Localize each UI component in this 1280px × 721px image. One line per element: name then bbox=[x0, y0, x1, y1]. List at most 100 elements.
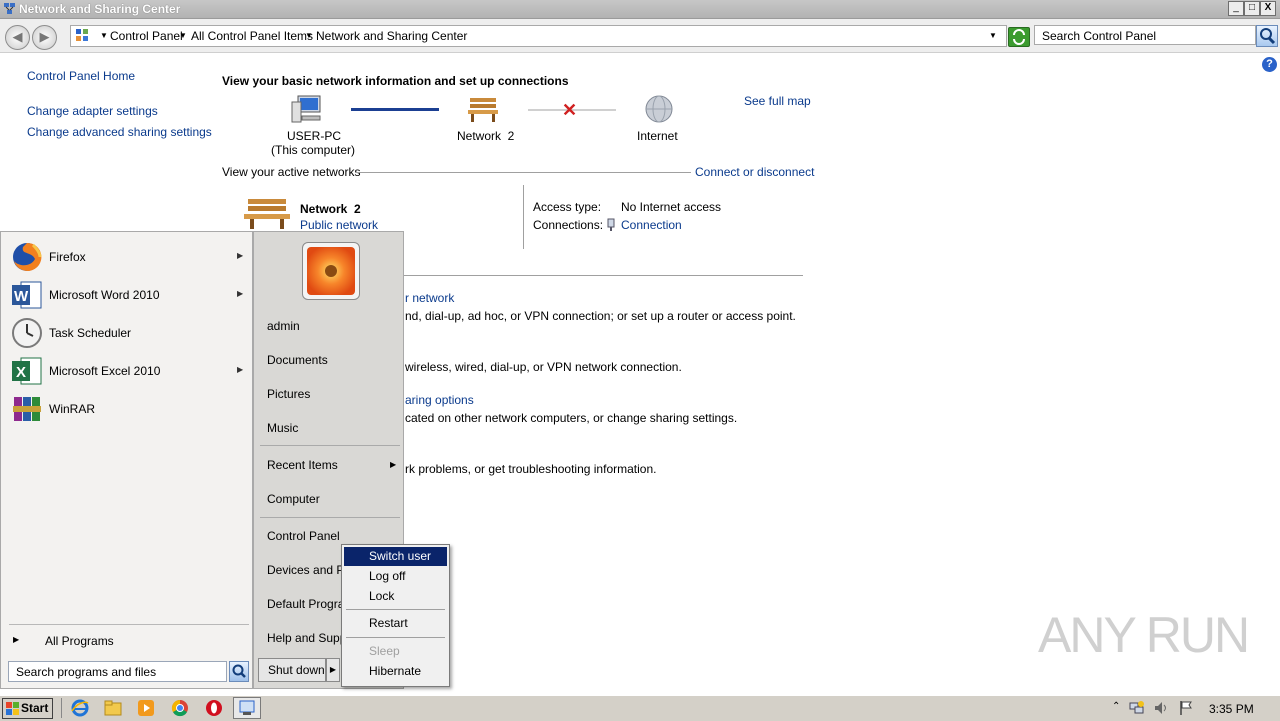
address-field[interactable]: ▼ Control Panel ▼ All Control Panel Item… bbox=[70, 25, 1007, 47]
winrar-icon bbox=[11, 393, 43, 425]
places-music[interactable]: Music bbox=[267, 421, 298, 435]
program-label: Microsoft Excel 2010 bbox=[49, 364, 161, 378]
divider bbox=[346, 637, 445, 638]
places-devices-printers[interactable]: Devices and Pri bbox=[267, 563, 351, 577]
media-player-icon[interactable] bbox=[137, 699, 155, 717]
minimize-button[interactable]: _ bbox=[1228, 1, 1244, 16]
task-description: rk problems, or get troubleshooting info… bbox=[405, 462, 657, 476]
all-programs-button[interactable]: All Programs bbox=[45, 634, 114, 648]
places-computer[interactable]: Computer bbox=[267, 492, 320, 506]
search-icon[interactable] bbox=[229, 661, 249, 682]
volume-icon[interactable] bbox=[1153, 700, 1169, 716]
start-search-input[interactable]: Search programs and files bbox=[8, 661, 227, 682]
divider bbox=[404, 275, 803, 276]
start-menu-programs-pane: Firefox ▶ W Microsoft Word 2010 ▶ Task S… bbox=[0, 231, 253, 689]
program-label: Microsoft Word 2010 bbox=[49, 288, 160, 302]
places-control-panel[interactable]: Control Panel bbox=[267, 529, 340, 543]
show-hidden-icons-button[interactable]: ⌃ bbox=[1112, 701, 1120, 712]
system-clock[interactable]: 3:35 PM bbox=[1209, 702, 1254, 716]
sharing-options-link[interactable]: aring options bbox=[405, 393, 474, 407]
opera-icon[interactable] bbox=[205, 699, 223, 717]
access-type-value: No Internet access bbox=[621, 200, 722, 214]
shutdown-options-arrow-icon[interactable]: ▶ bbox=[326, 658, 340, 682]
divider bbox=[9, 624, 249, 625]
control-panel-icon bbox=[75, 28, 89, 42]
program-excel[interactable]: X Microsoft Excel 2010 ▶ bbox=[9, 353, 247, 389]
program-winrar[interactable]: WinRAR bbox=[9, 391, 247, 427]
change-advanced-sharing-link[interactable]: Change advanced sharing settings bbox=[27, 125, 212, 139]
places-default-programs[interactable]: Default Prograr bbox=[267, 597, 348, 611]
menu-item-lock[interactable]: Lock bbox=[344, 587, 447, 606]
public-network-link[interactable]: Public network bbox=[300, 218, 378, 232]
maximize-button[interactable]: □ bbox=[1244, 1, 1260, 16]
chevron-down-icon[interactable]: ▼ bbox=[179, 31, 187, 40]
help-icon[interactable]: ? bbox=[1262, 57, 1277, 72]
connections-label: Connections: bbox=[533, 218, 604, 232]
network-tray-icon[interactable] bbox=[1129, 700, 1145, 716]
chrome-icon[interactable] bbox=[171, 699, 189, 717]
menu-item-restart[interactable]: Restart bbox=[344, 614, 447, 633]
breadcrumb-network-center[interactable]: Network and Sharing Center bbox=[316, 29, 467, 43]
clock-icon bbox=[11, 317, 43, 349]
menu-item-label: Log off bbox=[369, 569, 406, 583]
forward-button[interactable]: ▶ bbox=[32, 25, 57, 50]
refresh-icon[interactable] bbox=[1008, 27, 1030, 47]
breadcrumb-arrow-icon[interactable]: ▼ bbox=[100, 31, 108, 40]
search-icon[interactable] bbox=[1256, 25, 1278, 47]
error-x-icon: ✕ bbox=[562, 100, 578, 120]
address-dropdown-icon[interactable]: ▼ bbox=[989, 31, 997, 40]
access-type-label: Access type: bbox=[533, 200, 602, 214]
setup-connection-link[interactable]: r network bbox=[405, 291, 454, 305]
taskbar-control-panel-button[interactable] bbox=[233, 697, 261, 719]
places-admin[interactable]: admin bbox=[267, 319, 300, 333]
chevron-down-icon[interactable]: ▼ bbox=[305, 31, 313, 40]
menu-item-log-off[interactable]: Log off bbox=[344, 567, 447, 586]
network-bench-icon bbox=[466, 95, 500, 123]
control-panel-home-link[interactable]: Control Panel Home bbox=[27, 69, 135, 83]
divider bbox=[523, 185, 524, 249]
places-pictures[interactable]: Pictures bbox=[267, 387, 310, 401]
menu-item-sleep: Sleep bbox=[344, 642, 447, 661]
divider bbox=[61, 698, 62, 718]
connect-or-disconnect-link[interactable]: Connect or disconnect bbox=[695, 165, 814, 179]
window-title: Network and Sharing Center bbox=[19, 2, 181, 16]
search-control-panel-input[interactable]: Search Control Panel bbox=[1034, 25, 1256, 45]
menu-item-switch-user[interactable]: Switch user bbox=[344, 547, 447, 566]
internet-explorer-icon[interactable] bbox=[71, 699, 89, 717]
task-description: nd, dial-up, ad hoc, or VPN connection; … bbox=[405, 309, 796, 323]
breadcrumb-control-panel[interactable]: Control Panel bbox=[110, 29, 183, 43]
menu-item-label: Switch user bbox=[369, 549, 432, 563]
see-full-map-link[interactable]: See full map bbox=[744, 94, 811, 108]
submenu-arrow-icon: ▶ bbox=[237, 251, 244, 260]
places-recent-items[interactable]: Recent Items bbox=[267, 458, 338, 472]
internet-label: Internet bbox=[637, 129, 678, 143]
divider bbox=[260, 517, 400, 518]
shut-down-button[interactable]: Shut down bbox=[258, 658, 326, 682]
menu-item-label: Hibernate bbox=[369, 664, 422, 678]
program-firefox[interactable]: Firefox ▶ bbox=[9, 239, 247, 275]
breadcrumb-all-items[interactable]: All Control Panel Items bbox=[191, 29, 313, 43]
program-label: Task Scheduler bbox=[49, 326, 132, 340]
back-button[interactable]: ◀ bbox=[5, 25, 30, 50]
program-word[interactable]: W Microsoft Word 2010 ▶ bbox=[9, 277, 247, 313]
program-task-scheduler[interactable]: Task Scheduler bbox=[9, 315, 247, 351]
ethernet-icon bbox=[606, 218, 616, 232]
program-label: Firefox bbox=[49, 250, 86, 264]
task-description: wireless, wired, dial-up, or VPN network… bbox=[405, 360, 682, 374]
divider bbox=[355, 172, 691, 173]
places-documents[interactable]: Documents bbox=[267, 353, 328, 367]
change-adapter-settings-link[interactable]: Change adapter settings bbox=[27, 104, 158, 118]
connection-link[interactable]: Connection bbox=[621, 218, 682, 232]
address-bar-area: ◀ ▶ ▼ Control Panel ▼ All Control Panel … bbox=[0, 19, 1280, 53]
menu-item-hibernate[interactable]: Hibernate bbox=[344, 662, 447, 681]
action-center-flag-icon[interactable] bbox=[1178, 700, 1194, 716]
submenu-arrow-icon: ▶ bbox=[390, 460, 397, 469]
folder-icon[interactable] bbox=[104, 699, 122, 717]
start-label: Start bbox=[21, 701, 49, 715]
network-map-label: Network 2 bbox=[457, 129, 515, 143]
start-button[interactable]: Start bbox=[2, 698, 53, 719]
close-button[interactable]: X bbox=[1260, 1, 1276, 16]
svg-text:W: W bbox=[14, 288, 29, 305]
excel-icon: X bbox=[11, 355, 43, 387]
computer-icon bbox=[290, 94, 324, 124]
